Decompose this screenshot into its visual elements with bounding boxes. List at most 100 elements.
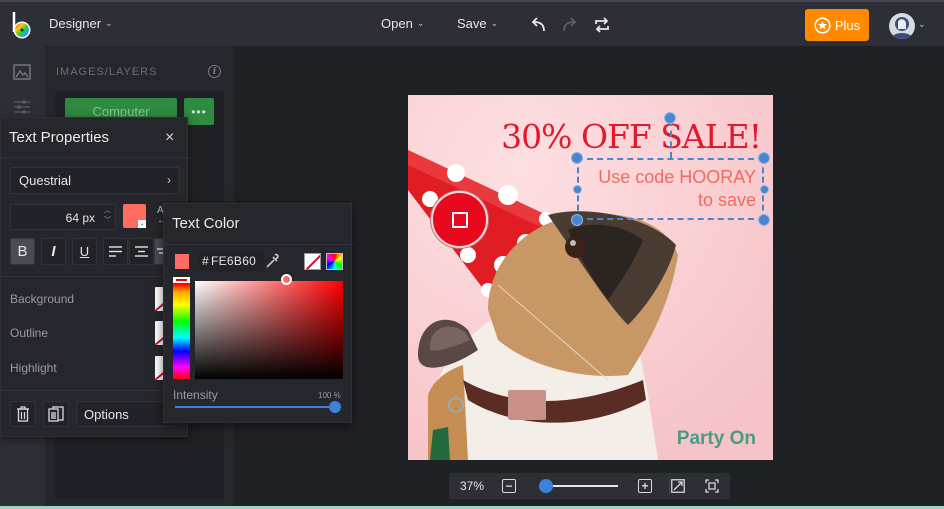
- zoom-slider-track[interactable]: [546, 485, 618, 487]
- eyedropper-icon[interactable]: [264, 252, 280, 270]
- resize-handle-top-left[interactable]: [571, 152, 583, 164]
- avatar-icon: [891, 17, 913, 39]
- font-family-select[interactable]: Questrial ›: [10, 167, 180, 194]
- expand-icon[interactable]: [671, 479, 685, 493]
- hex-value: FE6B60: [210, 254, 257, 268]
- delete-button[interactable]: [10, 401, 36, 427]
- sliders-icon[interactable]: [12, 98, 32, 116]
- font-family-value: Questrial: [19, 173, 72, 188]
- highlight-label: Highlight: [10, 361, 57, 375]
- text-properties-panel: Text Properties × Questrial › 64 px ︿ ﹀ ⌄…: [0, 117, 189, 437]
- italic-label: I: [51, 243, 56, 260]
- saturation-value-picker[interactable]: [195, 281, 343, 379]
- bold-button[interactable]: B: [10, 238, 35, 265]
- duplicate-icon: [48, 406, 64, 422]
- hex-color-input[interactable]: # FE6B60: [199, 251, 264, 271]
- open-menu[interactable]: Open ⌄: [381, 16, 424, 31]
- chevron-down-icon: ⌄: [918, 19, 926, 29]
- rotation-guide: [670, 120, 672, 158]
- close-icon[interactable]: ×: [165, 129, 174, 147]
- font-size-value: 64 px: [65, 211, 95, 225]
- repeat-icon: [595, 17, 609, 33]
- logo-icon[interactable]: [10, 10, 36, 40]
- hex-prefix: #: [202, 254, 209, 268]
- zoom-percent: 37%: [460, 479, 485, 493]
- outline-label: Outline: [10, 326, 49, 340]
- plus-label: Plus: [834, 17, 861, 33]
- text-color-title: Text Color: [172, 215, 240, 232]
- selection-box: [577, 158, 764, 220]
- options-button[interactable]: Options: [76, 401, 176, 427]
- zoom-out-button[interactable]: −: [502, 479, 516, 493]
- text-properties-title: Text Properties: [9, 129, 110, 146]
- divider: [1, 276, 189, 277]
- chevron-down-icon: ⌄: [490, 18, 499, 28]
- chevron-down-icon: ⌄: [105, 18, 113, 28]
- bold-label: B: [17, 243, 28, 260]
- custom-color-button[interactable]: [326, 253, 343, 270]
- font-size-field[interactable]: 64 px ︿ ﹀: [10, 204, 116, 230]
- headline-text[interactable]: 30% OFF SALE!: [501, 117, 762, 156]
- star-icon: [814, 16, 831, 34]
- designer-menu-label: Designer: [49, 16, 102, 31]
- trash-icon: [17, 406, 29, 422]
- undo-icon: [531, 17, 545, 32]
- background-label: Background: [10, 292, 75, 306]
- redo-icon: [563, 17, 577, 32]
- intensity-label: Intensity: [173, 388, 218, 402]
- text-color-swatch[interactable]: ⌄: [123, 204, 146, 228]
- align-center-icon: [135, 246, 148, 257]
- save-label: Save: [457, 16, 487, 31]
- more-options-button[interactable]: •••: [184, 98, 214, 125]
- font-size-stepper[interactable]: ︿ ﹀: [104, 206, 111, 226]
- no-color-icon: [305, 254, 320, 269]
- intensity-value: 100 %: [318, 391, 341, 400]
- designer-menu[interactable]: Designer ⌄: [49, 16, 113, 31]
- intensity-slider-track[interactable]: [175, 406, 335, 408]
- divider: [1, 390, 189, 391]
- save-menu[interactable]: Save ⌄: [457, 16, 498, 31]
- align-left-button[interactable]: [103, 238, 128, 265]
- plus-upgrade-button[interactable]: Plus: [805, 9, 869, 41]
- design-canvas[interactable]: 30% OFF SALE! Use code HOORAY to save Pa…: [408, 95, 773, 460]
- image-icon[interactable]: [12, 63, 32, 81]
- undo-button[interactable]: [527, 14, 549, 36]
- top-bar: Designer ⌄ Open ⌄ Save ⌄ Plus ⌄: [0, 0, 944, 46]
- zoom-slider-knob[interactable]: [539, 479, 554, 493]
- color-picker-knob[interactable]: [281, 274, 292, 285]
- resize-handle-left[interactable]: [573, 185, 582, 194]
- current-color-swatch: [175, 254, 189, 269]
- transparent-color-button[interactable]: [304, 253, 321, 270]
- resize-handle-bottom-left[interactable]: [571, 214, 583, 226]
- info-icon[interactable]: i: [208, 65, 221, 78]
- party-on-text[interactable]: Party On: [658, 428, 756, 450]
- resize-handle-top-right[interactable]: [758, 152, 770, 164]
- chevron-right-icon: ›: [167, 173, 171, 187]
- zoom-bar: 37% − +: [449, 473, 730, 499]
- underline-button[interactable]: U: [72, 238, 97, 265]
- avatar[interactable]: [889, 13, 915, 39]
- duplicate-button[interactable]: [43, 401, 69, 427]
- record-button[interactable]: [431, 191, 488, 248]
- resize-handle-right[interactable]: [760, 185, 769, 194]
- open-label: Open: [381, 16, 413, 31]
- panel-title: IMAGES/LAYERS: [56, 66, 158, 78]
- text-color-popup: Text Color # FE6B60 Intensity 100 %: [163, 203, 353, 423]
- repeat-button[interactable]: [591, 14, 613, 36]
- align-center-button[interactable]: [129, 238, 154, 265]
- hue-slider-marker[interactable]: [173, 277, 190, 283]
- divider: [1, 157, 189, 158]
- zoom-in-button[interactable]: +: [638, 479, 652, 493]
- rotate-handle[interactable]: [664, 112, 676, 124]
- underline-label: U: [79, 244, 90, 259]
- chevron-down-icon: ⌄: [138, 220, 146, 228]
- fit-screen-icon[interactable]: [705, 479, 719, 493]
- redo-button[interactable]: [559, 14, 581, 36]
- resize-handle-bottom-right[interactable]: [758, 214, 770, 226]
- intensity-slider-knob[interactable]: [329, 401, 341, 413]
- divider: [164, 244, 353, 245]
- align-left-icon: [109, 246, 122, 257]
- hue-slider[interactable]: [173, 280, 190, 379]
- divider: [669, 477, 670, 495]
- italic-button[interactable]: I: [41, 238, 66, 265]
